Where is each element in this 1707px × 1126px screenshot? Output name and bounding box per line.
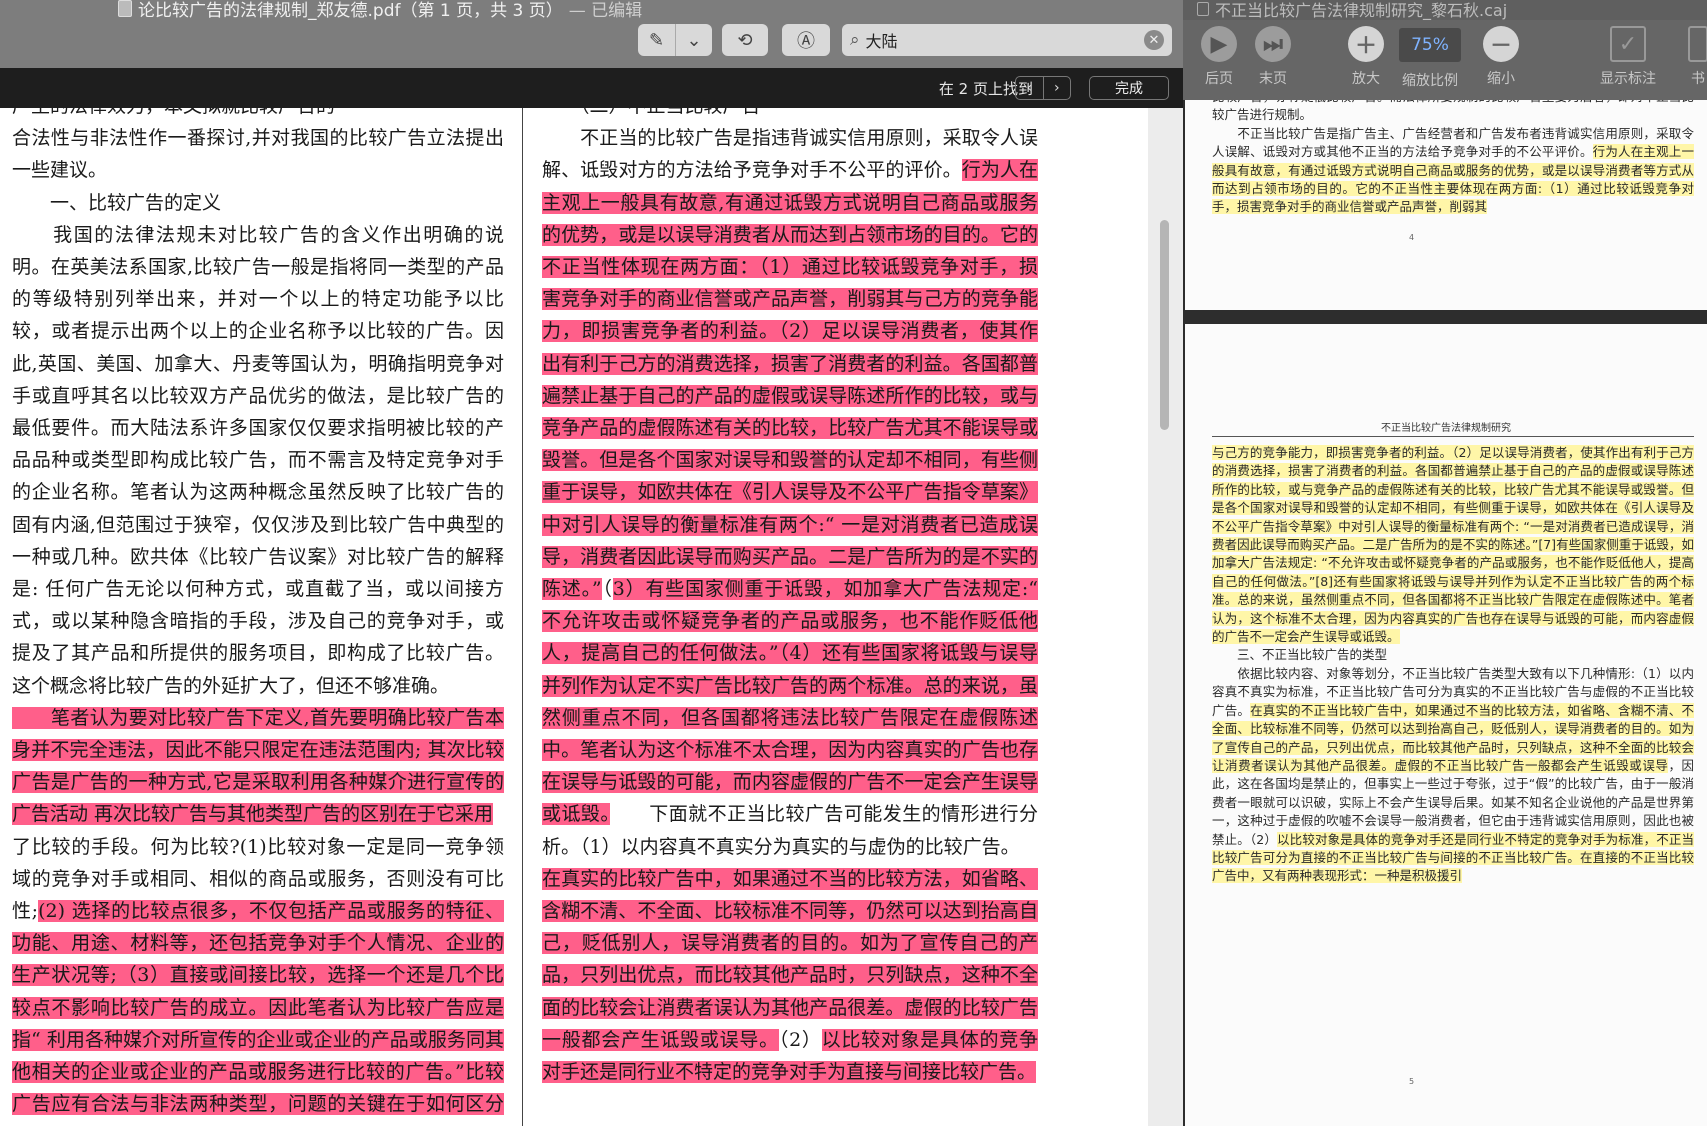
body-text: 比较广告，亦称贬低比较广告。而法律所要规制的比较广告主要为后者，即对不正当比较广… [1212,100,1694,123]
body-text: 产生的法律效力，本文拟就比较广告的 [12,108,335,117]
caj-document-icon [1197,2,1209,16]
find-results-bar: 在 2 页上找到 ‹ › 完成 [0,68,1183,108]
skip-end-icon: ⏭ [1255,26,1291,62]
zoom-ratio-control[interactable]: 75% 缩放比例 [1393,26,1467,90]
annotate-pen-icon[interactable]: Ⓐ [782,24,830,56]
pdf-page[interactable]: 产生的法律效力，本文拟就比较广告的合法性与非法性作一番探讨,并对我国的比较广告立… [0,108,1148,1126]
zoom-ratio-label: 缩放比例 [1402,73,1458,89]
chevron-down-icon[interactable]: ⌄ [675,24,712,56]
column-divider [522,108,523,1126]
show-annotations-label: 显示标注 [1600,71,1656,87]
body-text: 合法性与非法性作一番探讨,并对我国的比较广告立法提出一些建议。 [12,127,504,182]
pdf-document-icon [118,0,132,17]
body-text: 一、比较广告的定义 [12,191,222,214]
pdf-title-text: 论比较广告的法律规制_郑友德.pdf（第 1 页，共 3 页） [138,0,563,21]
plus-icon: ＋ [1348,26,1384,62]
zoom-value-display[interactable]: 75% [1399,28,1461,62]
more-toolbar-item[interactable]: 书 [1683,26,1707,88]
caj-title-text: 不正当比较广告法律规制研究_黎石秋.caj [1215,1,1508,20]
highlighted-text: 在真实的不正当比较广告中，如果通过不当的比较方法，如省略、含糊不清、不全面、比较… [1212,702,1694,773]
body-text: （ [601,578,613,601]
search-icon: ⌕ [850,30,860,50]
body-text: （二）不正当比较广告 [542,108,761,117]
caj-page-5[interactable]: 不正当比较广告法律规制研究 与己方的竞争能力，即损害竞争者的利益。（2）足以误导… [1185,324,1707,1126]
caj-document-area[interactable]: 比较广告，亦称贬低比较广告。而法律所要规制的比较广告主要为后者，即对不正当比较广… [1183,100,1707,1126]
prev-page-label: 后页 [1205,71,1233,87]
find-navigation[interactable]: ‹ › [1015,76,1071,100]
highlighted-text: 3）有些国家侧重于诋毁，如加拿大广告法规定:“ 不允许攻击或怀疑竞争者的产品或服… [542,578,1038,826]
running-header: 不正当比较广告法律规制研究 [1381,423,1511,434]
pdf-viewer-window: 论比较广告的法律规制_郑友德.pdf（第 1 页，共 3 页） — 已编辑 ✎ … [0,0,1183,1126]
pdf-text-column-2: （二）不正当比较广告 不正当的比较广告是指违背诚实信用原则，采取令人误解、诋毁对… [542,108,1038,1088]
highlighted-text: 在真实的比较广告中，如果通过不当的比较方法，如省略、含糊不清、不全面、比较标准不… [542,867,1038,1051]
header-rule [1212,436,1694,437]
paragraph-group: 与己方的竞争能力，即损害竞争者的利益。（2）足以误导消费者，使其作出有利于己方的… [1212,444,1694,886]
markup-tool-group[interactable]: ✎ ⌄ [638,24,712,56]
zoom-out-label: 缩小 [1487,71,1515,87]
play-icon: ▶ [1201,26,1237,62]
pdf-titlebar: 论比较广告的法律规制_郑友德.pdf（第 1 页，共 3 页） — 已编辑 ✎ … [0,0,1183,68]
zoom-out-button[interactable]: － 缩小 [1471,26,1531,88]
highlighted-text: 行为人在主观上一般具有故意,有通过诋毁方式说明自己商品或服务的优势，或是以误导消… [542,159,1038,601]
show-annotations-button[interactable]: ✓ 显示标注 [1588,26,1668,88]
highlight-pen-icon[interactable]: ✎ [638,24,675,56]
caj-page-4-text: 比较广告，亦称贬低比较广告。而法律所要规制的比较广告主要为后者，即对不正当比较广… [1212,100,1694,217]
caj-titlebar: 不正当比较广告法律规制研究_黎石秋.caj [1183,0,1707,20]
paragraph-group: 产生的法律效力，本文拟就比较广告的合法性与非法性作一番探讨,并对我国的比较广告立… [12,108,504,1126]
highlighted-text: (2) 选择的比较点很多，不仅包括产品或服务的特征、功能、用途、材料等，还包括竞… [12,900,504,1126]
body-text: （2） [778,1028,822,1051]
last-page-label: 末页 [1259,71,1287,87]
highlighted-text: 与己方的竞争能力，即损害竞争者的利益。（2）足以误导消费者，使其作出有利于己方的… [1212,445,1694,645]
next-result-icon[interactable]: › [1042,77,1071,99]
highlighted-text: 笔者认为要对比较广告下定义,首先要明确比较广告本身并不完全违法，因此不能只限定在… [12,706,504,826]
rotate-icon[interactable]: ⟲ [722,24,768,56]
pdf-window-title: 论比较广告的法律规制_郑友德.pdf（第 1 页，共 3 页） — 已编辑 [118,0,643,21]
pdf-edited-status: — 已编辑 [568,0,643,21]
caj-window-title: 不正当比较广告法律规制研究_黎石秋.caj [1197,0,1507,21]
caj-viewer-window: 不正当比较广告法律规制研究_黎石秋.caj ▶ 后页 ⏭ 末页 ＋ 放大 75%… [1183,0,1707,1126]
minus-icon: － [1483,26,1519,62]
zoom-in-button[interactable]: ＋ 放大 [1336,26,1396,88]
bookmark-icon [1688,26,1707,62]
pdf-text-column-1: 产生的法律效力，本文拟就比较广告的合法性与非法性作一番探讨,并对我国的比较广告立… [12,108,504,1126]
caj-toolbar: ▶ 后页 ⏭ 末页 ＋ 放大 75% 缩放比例 － 缩小 ✓ 显示标注 书 [1183,20,1707,100]
page-number: 4 [1409,233,1415,242]
highlighted-text: 以比较对象是具体的竞争对手还是同行业不特定的竞争对手为标准，不正当比较广告可分为… [1212,831,1694,884]
last-page-button[interactable]: ⏭ 末页 [1243,26,1303,88]
previous-result-icon[interactable]: ‹ [1016,77,1043,99]
body-text: 我国的法律法规未对比较广告的含义作出明确的说明。在英美法系国家,比较广告一般是指… [12,223,504,697]
checkbox-icon: ✓ [1610,26,1646,62]
find-done-button[interactable]: 完成 [1089,76,1169,100]
paragraph-group: （二）不正当比较广告 不正当的比较广告是指违背诚实信用原则，采取令人误解、诋毁对… [542,108,1038,1088]
caj-page-5-text: 与己方的竞争能力，即损害竞争者的利益。（2）足以误导消费者，使其作出有利于己方的… [1212,444,1694,886]
prev-page-button[interactable]: ▶ 后页 [1189,26,1249,88]
pdf-search-field[interactable]: ⌕ ✕ [842,24,1172,56]
search-input[interactable] [865,30,1144,50]
more-toolbar-label: 书 [1691,71,1705,87]
paragraph-group: 比较广告，亦称贬低比较广告。而法律所要规制的比较广告主要为后者，即对不正当比较广… [1212,100,1694,217]
scrollbar-thumb[interactable] [1160,220,1169,430]
body-text: 三、不正当比较广告的类型 [1212,647,1388,663]
page-number: 5 [1409,1077,1415,1086]
zoom-in-label: 放大 [1352,71,1380,87]
clear-search-icon[interactable]: ✕ [1144,30,1164,50]
pdf-scrollbar[interactable] [1148,108,1183,1126]
body-text: 下面就不正当比较广告可能发生的情形进行分析。（1）以内容真不真实分为真实的与虚伪… [542,803,1038,858]
caj-page-4[interactable]: 比较广告，亦称贬低比较广告。而法律所要规制的比较广告主要为后者，即对不正当比较广… [1185,100,1707,310]
